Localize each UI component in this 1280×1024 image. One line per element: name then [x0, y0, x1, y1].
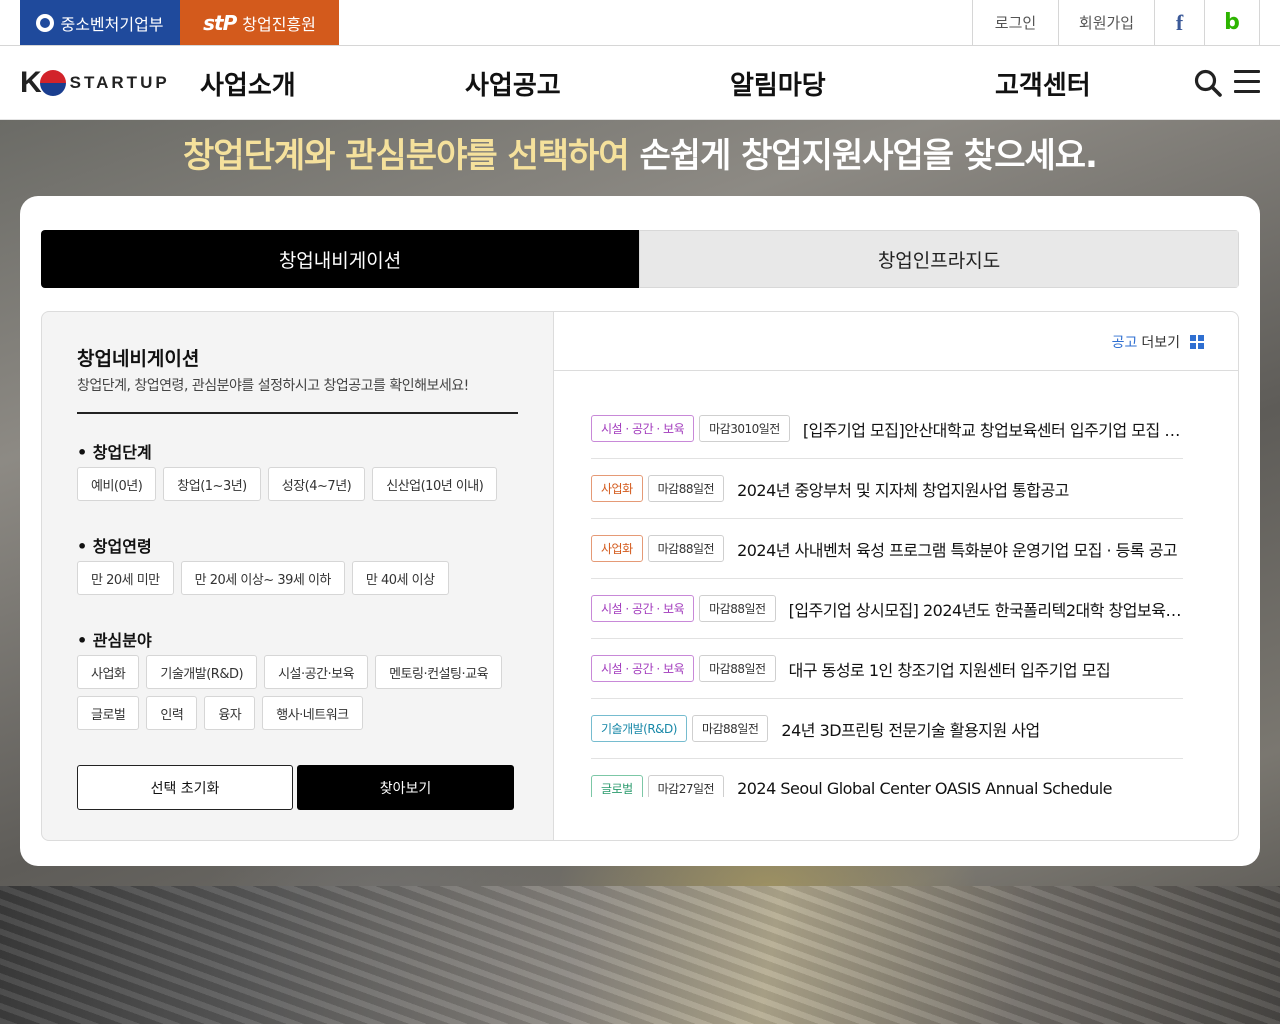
chip-field-loan[interactable]: 융자 — [204, 696, 256, 730]
more-notices-blue: 공고 — [1111, 335, 1138, 351]
navigator-description: 창업단계, 창업연령, 관심분야를 설정하시고 창업공고를 확인해보세요! — [77, 378, 469, 394]
notice-row[interactable]: 시설 · 공간 · 보육 마감3010일전 [입주기업 모집]안산대학교 창업보육센… — [591, 399, 1183, 459]
category-badge: 시설 · 공간 · 보육 — [591, 415, 695, 442]
notice-title[interactable]: [입주기업 모집]안산대학교 창업보육센터 입주기업 모집 (상시모집) — [803, 417, 1183, 441]
blog-icon[interactable]: b — [1204, 0, 1260, 45]
chip-age-20-39[interactable]: 만 20세 이상~ 39세 이하 — [180, 561, 345, 595]
join-link[interactable]: 회원가입 — [1058, 0, 1154, 45]
hamburger-menu-icon[interactable] — [1234, 70, 1260, 94]
hero-headline: 창업단계와 관심분야를 선택하여 손쉽게 창업지원사업을 찾으세요. — [0, 128, 1280, 177]
notice-list: 시설 · 공간 · 보육 마감3010일전 [입주기업 모집]안산대학교 창업보육센… — [591, 399, 1183, 797]
search-card: 창업내비게이션 창업인프라지도 창업네비게이션 창업단계, 창업연령, 관심분야… — [20, 196, 1260, 866]
deadline-badge: 마감3010일전 — [699, 415, 790, 442]
notice-row[interactable]: 사업화 마감88일전 2024년 사내벤처 육성 프로그램 특화분야 운영기업 모집… — [591, 519, 1183, 579]
deadline-badge: 마감88일전 — [647, 475, 725, 502]
notice-title[interactable]: 대구 동성로 1인 창조기업 지원센터 입주기업 모집 — [789, 657, 1111, 681]
category-badge: 시설 · 공간 · 보육 — [591, 655, 695, 682]
card-tabs: 창업내비게이션 창업인프라지도 — [41, 230, 1239, 288]
divider — [77, 412, 518, 414]
divider — [554, 370, 1238, 371]
deadline-badge: 마감88일전 — [691, 715, 769, 742]
category-badge: 시설 · 공간 · 보육 — [591, 595, 695, 622]
hero-photo-strip — [0, 886, 1280, 1024]
chip-field-rnd[interactable]: 기술개발(R&D) — [146, 655, 258, 689]
headline-rest: 손쉽게 창업지원사업을 찾으세요. — [628, 136, 1098, 176]
headline-highlight: 창업단계와 관심분야를 선택하여 — [183, 136, 630, 176]
notice-panel: 공고 더보기 시설 · 공간 · 보육 마감3010일전 [입주기업 모집]안산대학… — [553, 311, 1239, 841]
kised-label: 창업진흥원 — [242, 14, 316, 34]
notice-title[interactable]: [입주기업 상시모집] 2024년도 한국폴리텍2대학 창업보육센터 입주기업 … — [789, 597, 1183, 621]
chip-field-mentoring[interactable]: 멘토링·컨설팅·교육 — [375, 655, 503, 689]
category-badge: 글로벌 — [591, 775, 643, 797]
facebook-icon[interactable]: f — [1154, 0, 1204, 45]
menu-news[interactable]: 알림마당 — [730, 46, 826, 120]
more-notices-rest: 더보기 — [1141, 335, 1180, 351]
chip-stage-pre[interactable]: 예비(0년) — [77, 467, 157, 501]
chip-field-hr[interactable]: 인력 — [146, 696, 198, 730]
age-label: 창업연령 — [77, 533, 152, 557]
navigator-panel: 창업네비게이션 창업단계, 창업연령, 관심분야를 설정하시고 창업공고를 확인… — [41, 311, 554, 841]
reset-button[interactable]: 선택 초기화 — [77, 765, 293, 810]
field-chips: 사업화 기술개발(R&D) 시설·공간·보육 멘토링·컨설팅·교육 글로벌 인력… — [77, 655, 537, 730]
notice-title[interactable]: 2024 Seoul Global Center OASIS Annual Sc… — [737, 779, 1112, 797]
notice-row[interactable]: 시설 · 공간 · 보육 마감88일전 [입주기업 상시모집] 2024년도 한국폴… — [591, 579, 1183, 639]
mss-link[interactable]: 중소벤처기업부 — [20, 0, 180, 45]
stage-label: 창업단계 — [77, 439, 152, 463]
government-emblem-icon — [36, 13, 55, 32]
notice-row[interactable]: 글로벌 마감27일전 2024 Seoul Global Center OASIS … — [591, 759, 1183, 797]
deadline-badge: 마감88일전 — [699, 595, 776, 622]
deadline-badge: 마감88일전 — [699, 655, 776, 682]
chip-age-under-20[interactable]: 만 20세 미만 — [77, 561, 174, 595]
notice-row[interactable]: 시설 · 공간 · 보육 마감88일전 대구 동성로 1인 창조기업 지원센터 입주… — [591, 639, 1183, 699]
logo-text: STARTUP — [69, 73, 170, 92]
top-utility-bar: 중소벤처기업부 stP 창업진흥원 로그인 회원가입 f b — [0, 0, 1280, 46]
more-notices-link[interactable]: 공고 더보기 — [1112, 332, 1204, 352]
grid-icon — [1190, 335, 1204, 349]
chip-field-global[interactable]: 글로벌 — [77, 696, 140, 730]
category-badge: 사업화 — [591, 535, 643, 562]
notice-title[interactable]: 2024년 사내벤처 육성 프로그램 특화분야 운영기업 모집 · 등록 공고 — [737, 537, 1177, 561]
chip-stage-growth[interactable]: 성장(4~7년) — [267, 467, 366, 501]
field-label: 관심분야 — [77, 627, 152, 651]
kised-link[interactable]: stP 창업진흥원 — [180, 0, 339, 45]
main-navigation: K STARTUP 사업소개 사업공고 알림마당 고객센터 — [0, 46, 1280, 120]
tab-startup-navigation[interactable]: 창업내비게이션 — [41, 230, 639, 288]
mss-label: 중소벤처기업부 — [60, 14, 164, 34]
stage-chips: 예비(0년) 창업(1~3년) 성장(4~7년) 신산업(10년 이내) — [77, 467, 537, 501]
kised-logo-icon: stP — [203, 10, 237, 35]
category-badge: 사업화 — [591, 475, 643, 502]
tab-infrastructure-map[interactable]: 창업인프라지도 — [639, 230, 1239, 288]
category-badge: 기술개발(R&D) — [591, 715, 687, 742]
chip-field-commercialization[interactable]: 사업화 — [77, 655, 140, 689]
chip-stage-new-industry[interactable]: 신산업(10년 이내) — [372, 467, 498, 501]
navigator-title: 창업네비게이션 — [77, 348, 200, 370]
menu-business-notice[interactable]: 사업공고 — [465, 46, 561, 120]
find-button[interactable]: 찾아보기 — [297, 765, 514, 810]
menu-customer-center[interactable]: 고객센터 — [995, 46, 1091, 120]
login-link[interactable]: 로그인 — [972, 0, 1058, 45]
chip-age-40-plus[interactable]: 만 40세 이상 — [351, 561, 449, 595]
deadline-badge: 마감27일전 — [647, 775, 725, 797]
chip-field-event[interactable]: 행사·네트워크 — [262, 696, 363, 730]
logo-ball-icon — [39, 70, 66, 96]
age-chips: 만 20세 미만 만 20세 이상~ 39세 이하 만 40세 이상 — [77, 561, 537, 595]
menu-business-intro[interactable]: 사업소개 — [200, 46, 296, 120]
notice-row[interactable]: 기술개발(R&D) 마감88일전 24년 3D프린팅 전문기술 활용지원 사업 — [591, 699, 1183, 759]
logo-k: K — [20, 66, 42, 99]
chip-stage-early[interactable]: 창업(1~3년) — [163, 467, 261, 501]
search-icon[interactable] — [1193, 68, 1223, 98]
chip-field-facility[interactable]: 시설·공간·보육 — [264, 655, 369, 689]
deadline-badge: 마감88일전 — [647, 535, 725, 562]
notice-title[interactable]: 2024년 중앙부처 및 지자체 창업지원사업 통합공고 — [737, 477, 1069, 501]
notice-row[interactable]: 사업화 마감88일전 2024년 중앙부처 및 지자체 창업지원사업 통합공고 — [591, 459, 1183, 519]
kstartup-logo[interactable]: K STARTUP — [20, 66, 170, 100]
notice-title[interactable]: 24년 3D프린팅 전문기술 활용지원 사업 — [781, 717, 1039, 741]
